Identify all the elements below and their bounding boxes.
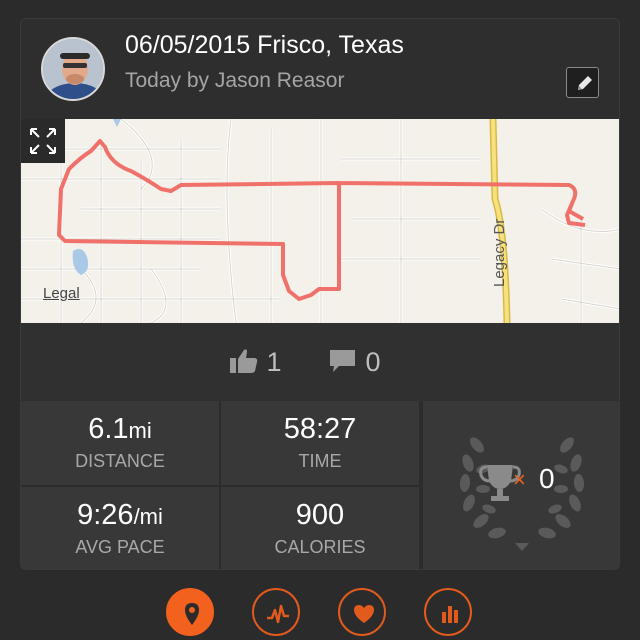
heart-icon: [354, 605, 374, 623]
like-button[interactable]: 1: [229, 347, 282, 378]
map-tab-button[interactable]: [166, 588, 214, 636]
expand-icon: [30, 128, 56, 154]
trophy-multiplier: ×: [513, 467, 526, 492]
expand-map-button[interactable]: [21, 119, 65, 163]
activity-graph-icon: [267, 604, 289, 624]
calories-value: 900: [295, 499, 345, 531]
time-stat: 58:27 TIME: [221, 401, 419, 485]
trophy-stat[interactable]: × 0: [423, 401, 619, 569]
pace-stat: 9:26/mi AVG PACE: [21, 487, 219, 569]
bar-chart-icon: [442, 606, 458, 623]
stats-tab-button[interactable]: [424, 588, 472, 636]
distance-value-row: 6.1mi: [21, 413, 219, 446]
distance-unit: mi: [128, 418, 152, 443]
activity-card: 06/05/2015 Frisco, Texas Today by Jason …: [20, 18, 620, 570]
route-map-canvas: [21, 119, 619, 323]
activity-header: 06/05/2015 Frisco, Texas Today by Jason …: [21, 19, 619, 119]
calories-label: CALORIES: [274, 537, 366, 557]
pace-unit: /mi: [133, 504, 163, 529]
splits-tab-button[interactable]: [252, 588, 300, 636]
distance-value: 6.1: [88, 413, 129, 445]
trophy-count: 0: [539, 463, 555, 494]
comment-icon: [330, 350, 355, 372]
like-count: 1: [266, 347, 282, 377]
pencil-icon: [578, 76, 592, 90]
time-value: 58:27: [283, 413, 357, 445]
pace-label: AVG PACE: [75, 537, 165, 557]
road-label: Legacy Dr: [491, 218, 508, 287]
activity-subtitle: Today by Jason Reasor: [125, 69, 345, 92]
activity-title: 06/05/2015 Frisco, Texas: [125, 31, 404, 59]
calories-stat: 900 CALORIES: [221, 487, 419, 569]
distance-label: DISTANCE: [75, 451, 165, 471]
avatar-image: [43, 39, 103, 99]
heart-rate-tab-button[interactable]: [338, 588, 386, 636]
pace-value: 9:26: [77, 499, 134, 531]
comment-button[interactable]: 0: [328, 347, 381, 378]
edit-button[interactable]: [566, 67, 599, 98]
comment-count: 0: [365, 347, 381, 377]
avatar[interactable]: [41, 37, 105, 101]
thumbs-up-icon: [230, 349, 258, 373]
time-label: TIME: [298, 451, 342, 471]
stats-panel: 6.1mi DISTANCE 58:27 TIME 9:26/mi AVG PA…: [21, 401, 619, 569]
map-pin-icon: [185, 603, 199, 625]
route-map[interactable]: Legal Legacy Dr: [21, 119, 619, 323]
social-bar: 1 0: [21, 323, 619, 401]
distance-stat: 6.1mi DISTANCE: [21, 401, 219, 485]
bottom-nav: [0, 580, 640, 640]
legal-link[interactable]: Legal: [43, 285, 80, 302]
pace-value-row: 9:26/mi: [21, 499, 219, 532]
